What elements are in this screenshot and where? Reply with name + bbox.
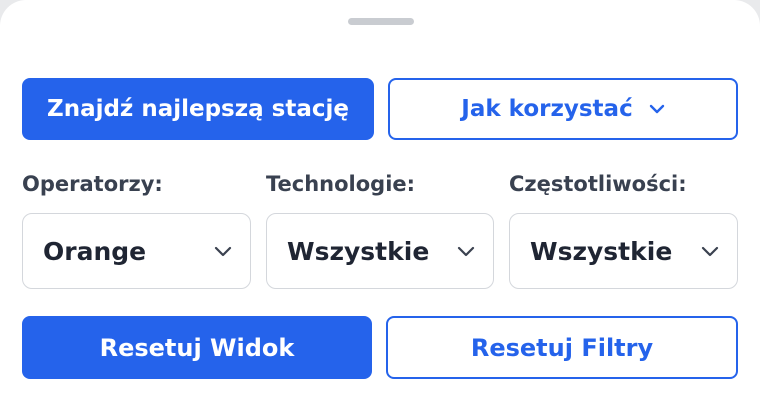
operators-select-value: Orange	[43, 236, 147, 266]
frequencies-select[interactable]: Wszystkie	[509, 213, 738, 289]
chevron-down-icon	[214, 246, 232, 257]
chevron-down-icon	[457, 246, 475, 257]
reset-filters-label: Resetuj Filtry	[470, 333, 654, 362]
find-best-station-button[interactable]: Znajdź najlepszą stację	[22, 78, 374, 140]
bottom-sheet-panel: Znajdź najlepszą stację Jak korzystać Op…	[0, 0, 760, 401]
how-to-use-label: Jak korzystać	[461, 96, 633, 122]
reset-view-button[interactable]: Resetuj Widok	[22, 316, 372, 379]
technologies-select-value: Wszystkie	[287, 236, 430, 266]
frequencies-filter-label: Częstotliwości:	[509, 172, 687, 196]
frequencies-select-value: Wszystkie	[530, 236, 673, 266]
find-best-station-label: Znajdź najlepszą stację	[47, 96, 349, 122]
operators-filter-label: Operatorzy:	[22, 172, 163, 196]
reset-filters-button[interactable]: Resetuj Filtry	[386, 316, 738, 379]
how-to-use-dropdown-button[interactable]: Jak korzystać	[388, 78, 738, 140]
sheet-drag-handle[interactable]	[348, 18, 414, 25]
chevron-down-icon	[701, 246, 719, 257]
chevron-down-icon	[649, 104, 665, 114]
technologies-select[interactable]: Wszystkie	[266, 213, 494, 289]
operators-select[interactable]: Orange	[22, 213, 251, 289]
technologies-filter-label: Technologie:	[266, 172, 416, 196]
reset-view-label: Resetuj Widok	[99, 333, 295, 362]
